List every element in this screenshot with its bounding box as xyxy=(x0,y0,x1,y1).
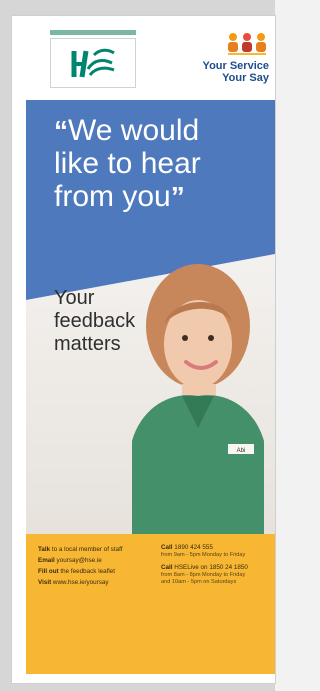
your-service-your-say-logo: Your Service Your Say xyxy=(177,32,269,92)
headline: “We would like to hear from you” xyxy=(54,114,269,213)
poster-header: Your Service Your Say xyxy=(26,24,275,100)
hse-logo-icon xyxy=(71,48,115,78)
headline-line3: from you” xyxy=(54,180,269,213)
contact-talk: Talk to a local member of staff xyxy=(38,544,158,555)
contact-talk-bold: Talk xyxy=(38,546,51,553)
contact-email-rest: yoursay@hse.ie xyxy=(54,557,102,564)
hse-logo xyxy=(50,30,136,88)
feedback-subheadline: Your feedback matters xyxy=(54,287,135,356)
contact-call2-sub2: and 10am - 5pm on Saturdays xyxy=(161,579,237,585)
feedback-poster: Your Service Your Say “We would like to … xyxy=(26,24,275,674)
contact-call2-sub1: from 8am - 8pm Monday to Friday xyxy=(161,572,246,578)
contact-talk-rest: to a local member of staff xyxy=(50,546,123,553)
close-quote: ” xyxy=(170,181,185,212)
staff-photo: Abi xyxy=(132,264,264,534)
contact-call1: Call 1890 424 555 xyxy=(161,544,274,552)
people-icon xyxy=(228,33,266,55)
your-service-line2: Your Say xyxy=(222,72,269,84)
feedback-line1: Your xyxy=(54,287,95,309)
contact-call2: Call HSELive on 1850 24 1850 xyxy=(161,564,274,572)
your-service-line1: Your Service xyxy=(202,60,269,72)
headline-line3-text: from you xyxy=(54,180,171,213)
contact-visit: Visit www.hse.ie/yoursay xyxy=(38,577,158,588)
contact-call2-rest: HSELive on 1850 24 1850 xyxy=(172,564,248,571)
contact-fillout-bold: Fill out xyxy=(38,568,59,575)
contact-fillout: Fill out the feedback leaflet xyxy=(38,566,158,577)
contact-fillout-rest: the feedback leaflet xyxy=(58,568,116,575)
open-quote: “ xyxy=(54,115,68,146)
contact-visit-rest: www.hse.ie/yoursay xyxy=(51,579,109,586)
contact-call1-sub: from 9am - 5pm Monday to Friday xyxy=(161,552,246,558)
contact-email-bold: Email xyxy=(38,557,55,564)
name-badge: Abi xyxy=(237,448,246,454)
headline-line2: like to hear xyxy=(54,147,201,180)
contact-list-left: Talk to a local member of staff Email yo… xyxy=(38,544,158,588)
feedback-line2: feedback xyxy=(54,310,136,332)
contact-call1-bold: Call xyxy=(161,544,173,551)
hse-logo-bar xyxy=(50,30,136,35)
headline-line1: “We would xyxy=(54,114,269,147)
contact-call1-rest: 1890 424 555 xyxy=(172,544,213,551)
contact-email: Email yoursay@hse.ie xyxy=(38,555,158,566)
headline-line1-text: We would xyxy=(68,114,200,147)
contact-list-right: Call 1890 424 555 from 9am - 5pm Monday … xyxy=(161,544,274,586)
your-service-your-say-text: Your Service Your Say xyxy=(203,60,269,84)
feedback-line3: matters xyxy=(54,333,121,355)
contact-visit-bold: Visit xyxy=(38,579,52,586)
contact-call2-bold: Call xyxy=(161,564,173,571)
hse-logo-box xyxy=(50,38,136,88)
